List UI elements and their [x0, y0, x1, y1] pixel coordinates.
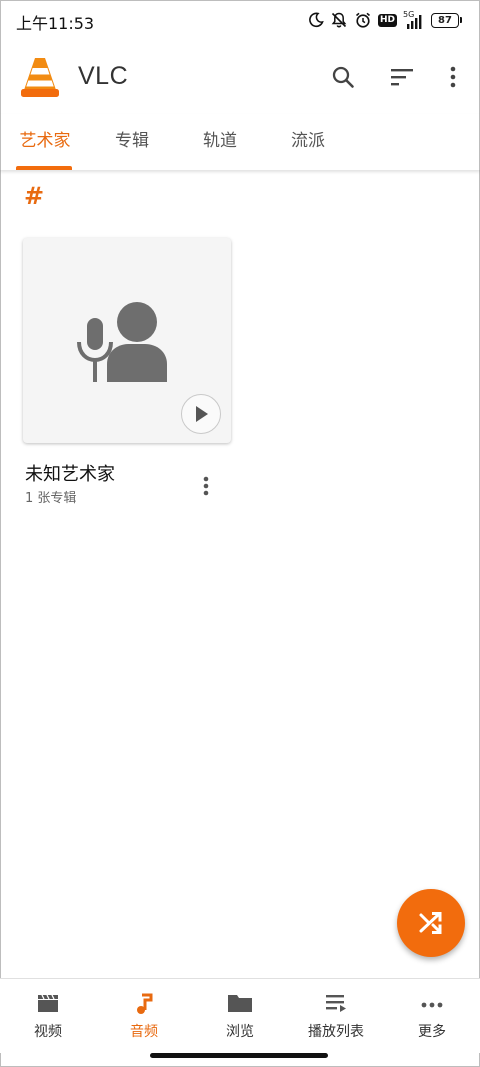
battery-level: 87 — [431, 12, 459, 28]
artist-name[interactable]: 未知艺术家 — [25, 460, 115, 486]
tab-tracks[interactable]: 轨道 — [198, 114, 242, 170]
folder-icon — [192, 993, 288, 1015]
nav-browse-label: 浏览 — [226, 1024, 254, 1040]
nav-browse[interactable]: 浏览 — [192, 979, 288, 1049]
sort-icon[interactable] — [385, 60, 419, 94]
tab-artists[interactable]: 艺术家 — [16, 114, 74, 170]
artist-more-icon[interactable] — [193, 472, 219, 500]
more-vert-icon[interactable] — [436, 60, 470, 94]
nav-more[interactable]: 更多 — [384, 979, 480, 1049]
home-indicator[interactable] — [150, 1053, 328, 1058]
status-icons: HD 5G 87 — [308, 9, 462, 31]
vlc-cone-icon — [20, 56, 60, 98]
nav-audio[interactable]: 音频 — [96, 979, 192, 1049]
shuffle-fab[interactable] — [397, 889, 465, 957]
more-horiz-icon — [384, 993, 480, 1015]
search-icon[interactable] — [326, 60, 360, 94]
tab-indicator — [16, 166, 72, 170]
tab-genres[interactable]: 流派 — [286, 114, 330, 170]
nav-more-label: 更多 — [418, 1024, 446, 1040]
tab-albums[interactable]: 专辑 — [110, 114, 154, 170]
shuffle-icon — [419, 912, 442, 934]
section-header: # — [24, 182, 45, 210]
play-button[interactable] — [181, 394, 221, 434]
clapperboard-icon — [0, 993, 96, 1015]
nav-playlists[interactable]: 播放列表 — [288, 979, 384, 1049]
hd-icon: HD — [377, 13, 397, 27]
status-bar: 上午11:53 HD 5G 87 — [0, 0, 480, 40]
signal-icon: 5G — [403, 10, 425, 30]
mute-icon — [330, 11, 348, 29]
nav-playlists-label: 播放列表 — [308, 1024, 364, 1040]
nav-video-label: 视频 — [34, 1024, 62, 1040]
play-icon — [196, 406, 208, 422]
artist-placeholder-icon — [77, 298, 177, 388]
nav-video[interactable]: 视频 — [0, 979, 96, 1049]
nav-audio-label: 音频 — [130, 1024, 158, 1040]
moon-icon — [308, 12, 324, 28]
bottom-navigation: 视频 音频 浏览 播放列表 更多 — [0, 978, 480, 1053]
artist-card[interactable] — [23, 238, 231, 443]
battery-icon: 87 — [431, 12, 462, 28]
app-toolbar: VLC — [0, 40, 480, 114]
alarm-icon — [354, 11, 372, 29]
tab-bar: 艺术家 专辑 轨道 流派 — [0, 114, 480, 170]
music-note-icon — [96, 993, 192, 1015]
artist-album-count: 1 张专辑 — [25, 491, 77, 506]
playlist-icon — [288, 993, 384, 1015]
status-time: 上午11:53 — [16, 14, 95, 33]
app-title: VLC — [78, 62, 129, 90]
